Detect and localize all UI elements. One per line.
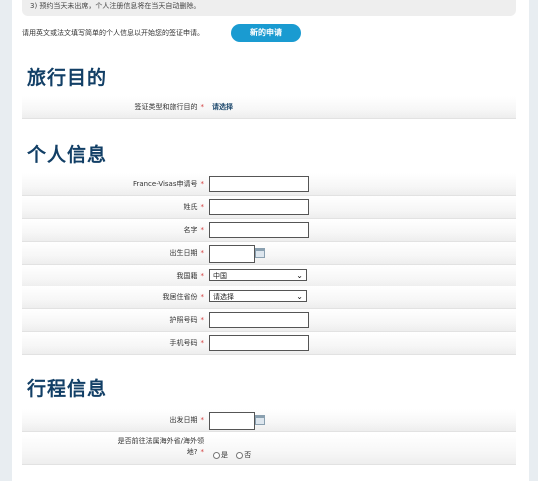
intro-text: 请用英文或法文填写简单的个人信息以开始您的签证申请。 (22, 29, 204, 37)
row-overseas-territory: 是否前往法属海外省/海外领 地? * 是 否 (22, 434, 516, 465)
radio-circle-icon (213, 451, 220, 459)
section-title-travel-purpose: 旅行目的 (27, 67, 108, 89)
nationality-select[interactable]: 中国 ⌄ (209, 269, 307, 281)
visa-type-label: 签证类型和旅行目的 * (134, 103, 205, 111)
row-passport-number: 护照号码 * (22, 309, 516, 332)
row-given-name: 名字 * (22, 219, 516, 242)
chevron-down-icon: ⌄ (296, 292, 303, 301)
calendar-icon[interactable] (255, 415, 265, 425)
surname-input[interactable] (209, 199, 309, 215)
birth-date-label: 出生日期 * (169, 249, 205, 257)
nationality-label: 我国籍 * (176, 272, 205, 280)
new-application-button[interactable]: 新的申请 (231, 24, 301, 42)
overseas-yes-radio[interactable]: 是 (213, 451, 228, 459)
row-surname: 姓氏 * (22, 196, 516, 219)
calendar-icon[interactable] (255, 248, 265, 258)
surname-label: 姓氏 * (183, 203, 205, 211)
overseas-no-radio[interactable]: 否 (236, 451, 251, 459)
mobile-number-label: 手机号码 * (169, 339, 205, 347)
row-application-number: France-Visas申请号 * (22, 173, 516, 196)
section-title-personal-info: 个人信息 (27, 144, 108, 166)
row-birth-date: 出生日期 * (22, 242, 516, 265)
departure-date-label: 出发日期 * (169, 416, 205, 424)
nationality-selected-value: 中国 (213, 272, 227, 280)
passport-number-input[interactable] (209, 312, 309, 328)
given-name-label: 名字 * (183, 226, 205, 234)
mobile-number-input[interactable] (209, 335, 309, 351)
overseas-territory-label: 是否前往法属海外省/海外领 地? * (117, 437, 204, 456)
row-visa-type: 签证类型和旅行目的 * 请选择 (22, 96, 516, 119)
row-residence-province: 我居住省份 * 请选择 ⌄ (22, 286, 516, 309)
birth-date-input[interactable] (209, 245, 255, 263)
application-number-label: France-Visas申请号 * (132, 180, 204, 188)
residence-province-label: 我居住省份 * (162, 293, 205, 301)
notice-text: 3) 预约当天未出席，个人注册信息将在当天自动删除。 (30, 2, 201, 10)
departure-date-input[interactable] (209, 412, 255, 430)
given-name-input[interactable] (209, 222, 309, 238)
overseas-territory-radio-group: 是 否 (213, 450, 257, 460)
row-nationality: 我国籍 * 中国 ⌄ (22, 265, 516, 288)
chevron-down-icon: ⌄ (296, 271, 303, 280)
notice-banner: 3) 预约当天未出席，个人注册信息将在当天自动删除。 (22, 0, 516, 16)
row-mobile-number: 手机号码 * (22, 332, 516, 355)
passport-number-label: 护照号码 * (169, 316, 205, 324)
residence-province-select[interactable]: 请选择 ⌄ (209, 290, 307, 302)
radio-circle-icon (236, 451, 244, 459)
application-number-input[interactable] (209, 176, 309, 192)
section-title-itinerary: 行程信息 (27, 378, 108, 400)
visa-type-choose-link[interactable]: 请选择 (212, 96, 233, 118)
province-selected-value: 请选择 (213, 293, 234, 301)
row-departure-date: 出发日期 * (22, 409, 516, 432)
